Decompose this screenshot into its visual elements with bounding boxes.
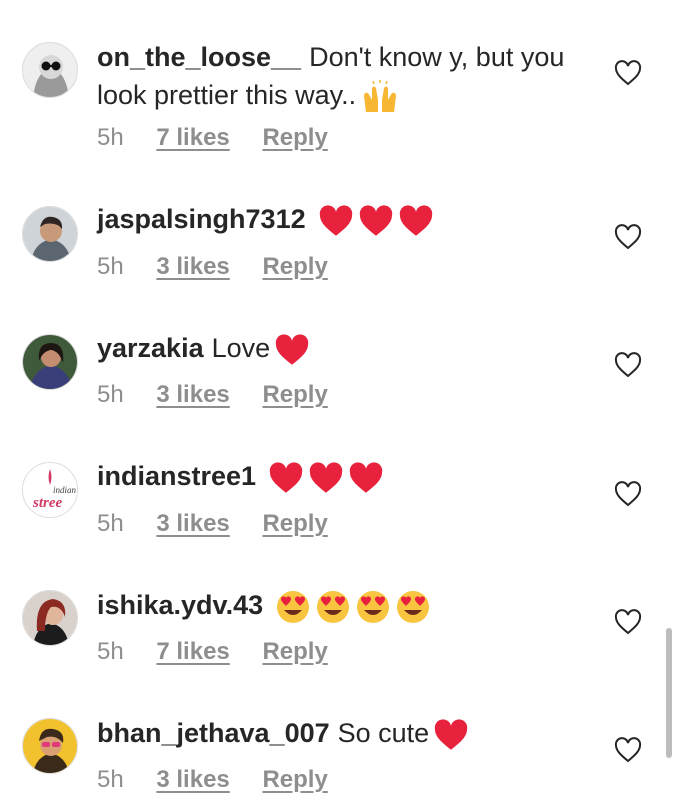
- likes-count[interactable]: 7 likes: [156, 638, 229, 665]
- comment-meta: 5h 3 likes Reply: [97, 381, 354, 409]
- heart-eyes-icon: [315, 589, 351, 625]
- comment-meta: 5h 3 likes Reply: [97, 766, 354, 794]
- heart-eyes-icon: [395, 589, 431, 625]
- svg-text:stree: stree: [32, 495, 63, 511]
- comment-text: ishika.ydv.43: [97, 586, 567, 625]
- red-heart-icon: [358, 205, 394, 237]
- reply-button[interactable]: Reply: [262, 124, 327, 151]
- comment-meta: 5h 3 likes Reply: [97, 510, 354, 538]
- reply-button[interactable]: Reply: [262, 510, 327, 537]
- comment-meta: 5h 7 likes Reply: [97, 638, 354, 666]
- likes-count[interactable]: 3 likes: [156, 510, 229, 537]
- username[interactable]: yarzakia: [97, 333, 204, 363]
- avatar[interactable]: [22, 206, 78, 262]
- username[interactable]: jaspalsingh7312: [97, 204, 306, 234]
- username[interactable]: bhan_jethava_007: [97, 718, 330, 748]
- red-heart-icon: [268, 462, 304, 494]
- timestamp: 5h: [97, 381, 124, 408]
- raising-hands-icon: [360, 79, 400, 114]
- heart-eyes-icon: [355, 589, 391, 625]
- red-heart-icon: [318, 205, 354, 237]
- comment-body: So cute: [337, 718, 430, 748]
- like-heart-icon[interactable]: [614, 352, 642, 378]
- like-heart-icon[interactable]: [614, 60, 642, 86]
- timestamp: 5h: [97, 766, 124, 793]
- comment-text: on_the_loose__ Don't know y, but you look…: [97, 38, 567, 114]
- comment-text: jaspalsingh7312: [97, 200, 567, 238]
- comment-meta: 5h 7 likes Reply: [97, 124, 354, 152]
- timestamp: 5h: [97, 124, 124, 151]
- avatar[interactable]: [22, 42, 78, 98]
- avatar[interactable]: [22, 718, 78, 774]
- red-heart-icon: [398, 205, 434, 237]
- red-heart-icon: [348, 462, 384, 494]
- like-heart-icon[interactable]: [614, 609, 642, 635]
- heart-eyes-icon: [275, 589, 311, 625]
- comment-meta: 5h 3 likes Reply: [97, 253, 354, 281]
- svg-text:indian: indian: [53, 485, 77, 495]
- username[interactable]: indianstree1: [97, 461, 256, 491]
- scrollbar[interactable]: [666, 628, 672, 758]
- username[interactable]: on_the_loose__: [97, 42, 301, 72]
- username[interactable]: ishika.ydv.43: [97, 590, 263, 620]
- comment-text: yarzakia Love: [97, 329, 567, 367]
- likes-count[interactable]: 7 likes: [156, 124, 229, 151]
- red-heart-icon: [433, 719, 469, 751]
- reply-button[interactable]: Reply: [262, 766, 327, 793]
- like-heart-icon[interactable]: [614, 224, 642, 250]
- avatar[interactable]: [22, 334, 78, 390]
- timestamp: 5h: [97, 510, 124, 537]
- red-heart-icon: [274, 334, 310, 366]
- timestamp: 5h: [97, 638, 124, 665]
- likes-count[interactable]: 3 likes: [156, 381, 229, 408]
- avatar[interactable]: indian stree: [22, 462, 78, 518]
- red-heart-icon: [308, 462, 344, 494]
- like-heart-icon[interactable]: [614, 737, 642, 763]
- comment-text: bhan_jethava_007 So cute: [97, 714, 567, 752]
- comment-body: Love: [211, 333, 271, 363]
- reply-button[interactable]: Reply: [262, 381, 327, 408]
- likes-count[interactable]: 3 likes: [156, 766, 229, 793]
- comment-text: indianstree1: [97, 457, 567, 495]
- timestamp: 5h: [97, 253, 124, 280]
- likes-count[interactable]: 3 likes: [156, 253, 229, 280]
- like-heart-icon[interactable]: [614, 481, 642, 507]
- reply-button[interactable]: Reply: [262, 638, 327, 665]
- reply-button[interactable]: Reply: [262, 253, 327, 280]
- avatar[interactable]: [22, 590, 78, 646]
